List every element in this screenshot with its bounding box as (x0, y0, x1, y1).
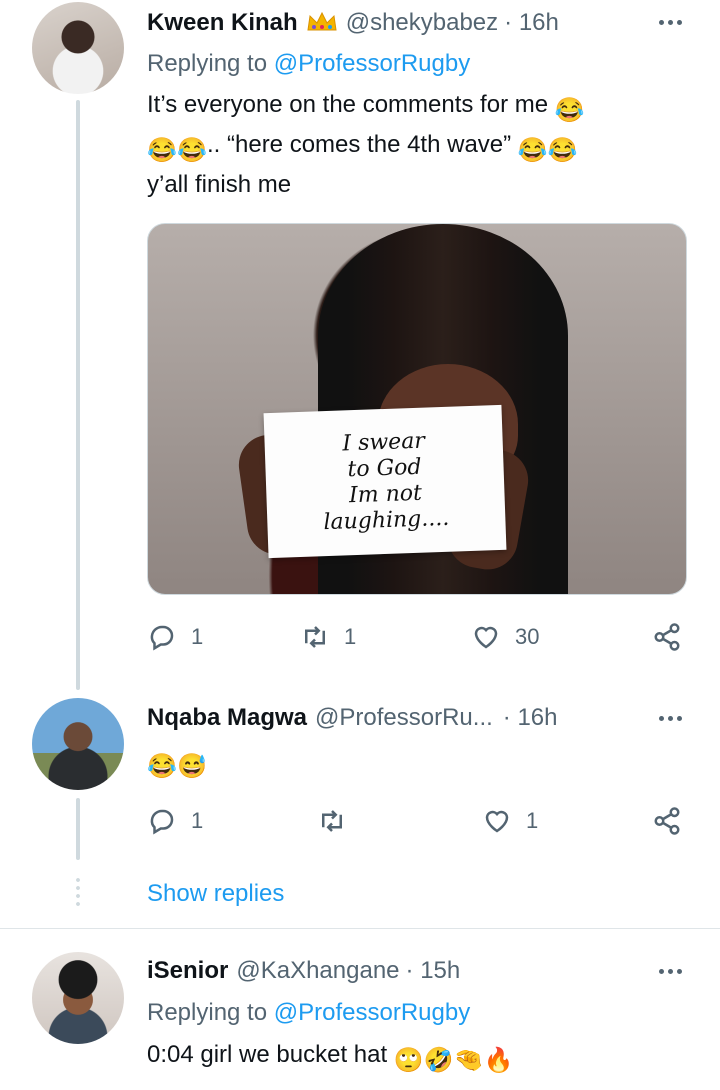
reply-icon (150, 809, 174, 835)
pinching-hand-emoji-icon: 🤏 (453, 1047, 484, 1074)
tears-of-joy-emoji-icon: 😂 (517, 137, 548, 164)
heart-icon (474, 626, 498, 649)
reply-count: 1 (191, 808, 204, 833)
tweet-image[interactable]: I swear to God Im not laughing.... (147, 223, 687, 595)
replying-prefix: Replying to (147, 999, 268, 1026)
thread-line (76, 798, 80, 860)
tweet-text: 0:04 girl we bucket hat 🙄🤣🤏🔥 (147, 1036, 687, 1076)
like-count: 30 (515, 624, 540, 649)
heart-icon (485, 810, 509, 833)
tears-of-joy-emoji-icon: 😂 (554, 97, 585, 124)
retweet-button[interactable] (317, 801, 347, 841)
avatar[interactable] (32, 2, 124, 94)
reply-button[interactable]: 1 (147, 801, 203, 841)
more-options-icon[interactable] (652, 959, 688, 983)
reply-button[interactable]: 1 (147, 617, 203, 657)
more-options-icon[interactable] (652, 10, 688, 34)
retweet-button[interactable]: 1 (300, 617, 356, 657)
replying-prefix: Replying to (147, 50, 268, 77)
grinning-face-with-sweat-emoji-icon: 😅 (177, 753, 207, 780)
like-button[interactable]: 30 (471, 617, 539, 657)
reply-count: 1 (191, 624, 204, 649)
retweet-icon (322, 810, 342, 832)
user-handle[interactable]: @shekybabez (346, 7, 498, 39)
timestamp[interactable]: · 16h (504, 7, 559, 39)
more-options-icon[interactable] (652, 706, 688, 730)
display-name[interactable]: Nqaba Magwa (147, 702, 307, 734)
tweet-text: It’s everyone on the comments for me 😂 😂… (147, 86, 687, 204)
tweet-text-line: .. “here comes the 4th wave” (207, 131, 512, 158)
image-sign-text: I swear (341, 428, 426, 456)
replying-to-link[interactable]: @ProfessorRugby (274, 50, 470, 77)
display-name[interactable]: iSenior (147, 955, 228, 987)
share-icon (654, 807, 680, 835)
retweet-count: 1 (344, 624, 357, 649)
fire-emoji-icon: 🔥 (483, 1047, 514, 1074)
tweet-header: iSenior @KaXhangane · 15h (147, 955, 460, 987)
image-sign-text: Im not (348, 480, 423, 508)
divider (0, 928, 720, 929)
share-icon (654, 623, 680, 651)
avatar[interactable] (32, 952, 124, 1044)
rofl-emoji-icon: 🤣 (423, 1047, 454, 1074)
timestamp[interactable]: · 15h (406, 955, 461, 987)
avatar[interactable] (32, 698, 124, 790)
image-sign: I swear to God Im not laughing.... (263, 404, 507, 559)
like-button[interactable]: 1 (482, 801, 538, 841)
show-replies-link[interactable]: Show replies (147, 878, 284, 910)
tweet-text: 😂😅 (147, 742, 687, 782)
tweet-text-line: 0:04 girl we bucket hat (147, 1041, 388, 1068)
replying-to: Replying to @ProfessorRugby (147, 48, 470, 80)
thread-dots (76, 876, 80, 910)
share-button[interactable] (652, 801, 682, 841)
like-count: 1 (526, 808, 539, 833)
crown-icon (306, 10, 338, 34)
tweet-text-line: y’all finish me (147, 171, 292, 198)
reply-icon (150, 625, 174, 651)
tears-of-joy-emoji-icon: 😂 (547, 137, 578, 164)
tweet-actions: 1 1 (147, 801, 692, 841)
share-button[interactable] (652, 617, 682, 657)
timestamp[interactable]: · 16h (503, 702, 558, 734)
tweet-header: Kween Kinah @shekybabez · 16h (147, 6, 559, 39)
tweet-header: Nqaba Magwa @ProfessorRu... · 16h (147, 702, 557, 734)
tears-of-joy-emoji-icon: 😂 (177, 137, 207, 164)
rolling-eyes-emoji-icon: 🙄 (393, 1047, 424, 1074)
image-sign-text: to God (347, 454, 422, 482)
image-sign-text: laughing.... (323, 505, 450, 535)
thread-line (76, 100, 80, 690)
replying-to-link[interactable]: @ProfessorRugby (274, 999, 470, 1026)
tears-of-joy-emoji-icon: 😂 (147, 753, 177, 780)
tweet-actions: 1 1 30 (147, 617, 692, 657)
retweet-icon (305, 626, 325, 648)
user-handle[interactable]: @KaXhangane (236, 955, 399, 987)
user-handle[interactable]: @ProfessorRu... (315, 702, 493, 734)
display-name[interactable]: Kween Kinah (147, 7, 298, 39)
replying-to: Replying to @ProfessorRugby (147, 997, 470, 1029)
tears-of-joy-emoji-icon: 😂 (147, 137, 177, 164)
tweet-text-line: It’s everyone on the comments for me (147, 91, 549, 118)
